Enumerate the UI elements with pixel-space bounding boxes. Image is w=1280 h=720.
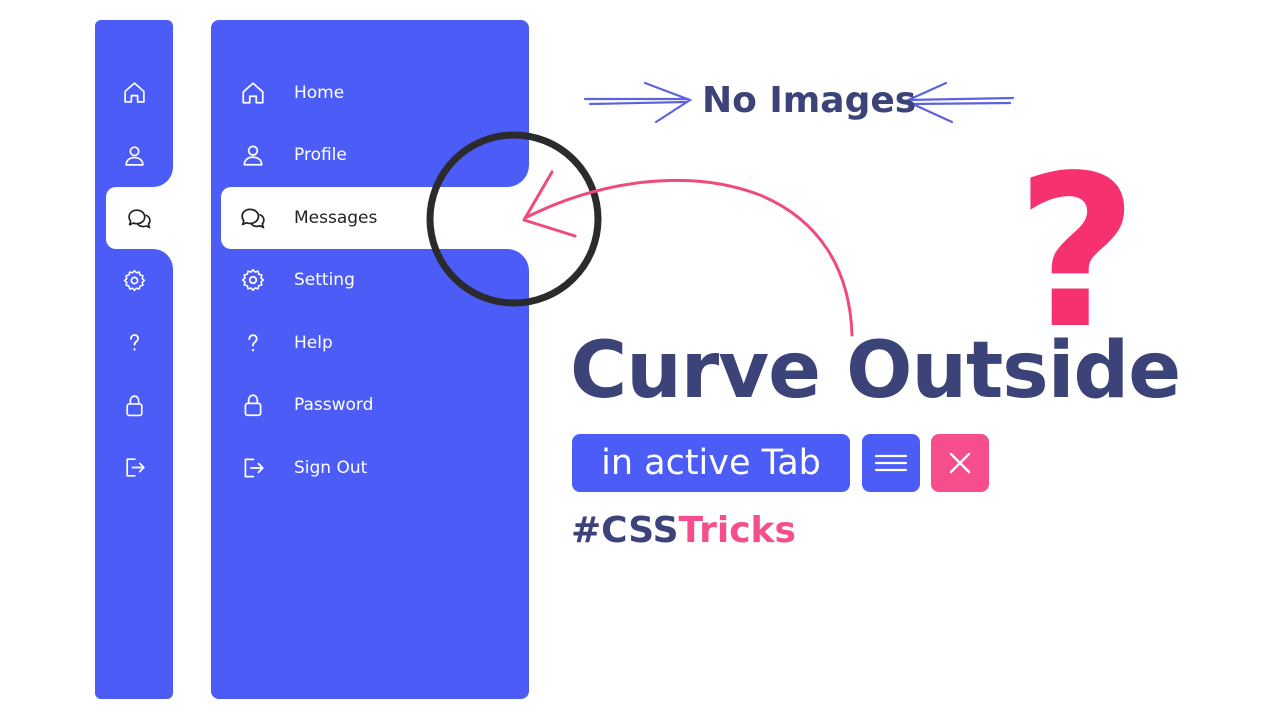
- sidebar-item-label: Sign Out: [294, 458, 368, 478]
- close-button[interactable]: [931, 434, 989, 492]
- hamburger-icon: [874, 454, 908, 472]
- no-images-label: No Images: [702, 80, 917, 121]
- sidebar-item-label: Setting: [294, 270, 355, 290]
- messages-icon: [240, 205, 266, 231]
- active-tab-chip: in active Tab: [572, 434, 850, 492]
- sidebar-item-sign-out[interactable]: Sign Out: [211, 437, 529, 499]
- sidebar-item-messages[interactable]: Messages: [211, 187, 529, 249]
- sidebar-item-setting[interactable]: Setting: [211, 249, 529, 311]
- curved-arrow: [523, 178, 854, 337]
- lock-icon: [122, 393, 147, 418]
- sidebar-small-sign-out[interactable]: [95, 436, 173, 498]
- sidebar-item-home[interactable]: Home: [211, 62, 529, 124]
- sign-out-icon: [122, 455, 147, 480]
- arrow-right-icon: [583, 81, 693, 124]
- help-icon: [122, 330, 147, 355]
- sidebar-small-help[interactable]: [95, 311, 173, 373]
- sidebar-small-home[interactable]: [95, 61, 173, 123]
- help-icon: [240, 330, 266, 356]
- icon-sidebar: [95, 20, 173, 699]
- menu-button[interactable]: [862, 434, 920, 492]
- sidebar-item-label: Messages: [294, 208, 378, 228]
- user-icon: [240, 142, 266, 168]
- lock-icon: [240, 392, 266, 418]
- sidebar-item-profile[interactable]: Profile: [211, 124, 529, 186]
- home-icon: [122, 80, 147, 105]
- sidebar-item-label: Profile: [294, 145, 347, 165]
- hashtag-css: #CSS: [571, 510, 679, 551]
- sidebar-item-label: Help: [294, 333, 333, 353]
- sidebar-small-setting[interactable]: [95, 249, 173, 311]
- curved-arrow-head: [522, 170, 577, 238]
- sidebar-item-label: Home: [294, 83, 345, 103]
- gear-icon: [240, 267, 266, 293]
- curve-cutout-top: [153, 167, 173, 187]
- hashtag: #CSSTricks: [571, 510, 796, 551]
- headline: Curve Outside: [570, 326, 1181, 416]
- sign-out-icon: [240, 455, 266, 481]
- home-icon: [240, 80, 266, 106]
- sidebar-item-label: Password: [294, 395, 374, 415]
- user-icon: [122, 143, 147, 168]
- gear-icon: [122, 268, 147, 293]
- curve-cutout-top: [507, 165, 529, 187]
- hashtag-tricks: Tricks: [678, 510, 796, 551]
- messages-icon: [127, 206, 152, 231]
- arrow-left-icon: [903, 81, 1015, 124]
- sidebar-small-messages[interactable]: [100, 187, 178, 249]
- labeled-sidebar: Home Profile Messages Setting Help Passw…: [211, 20, 529, 699]
- sidebar-item-password[interactable]: Password: [211, 374, 529, 436]
- sidebar-small-password[interactable]: [95, 374, 173, 436]
- close-icon: [949, 452, 971, 474]
- sidebar-item-help[interactable]: Help: [211, 312, 529, 374]
